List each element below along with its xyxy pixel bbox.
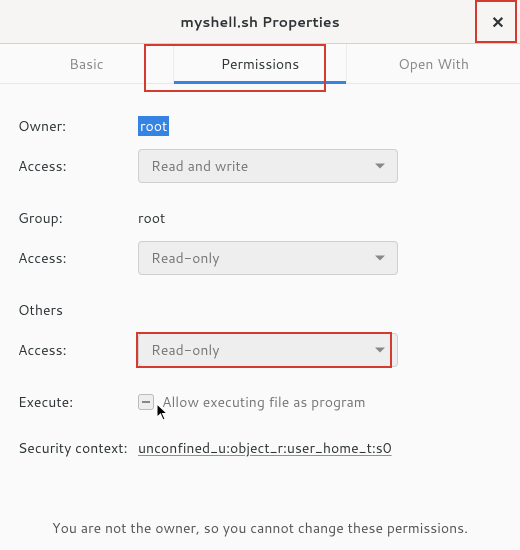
footer-message: You are not the owner, so you cannot cha… [0, 518, 520, 538]
execute-checkbox-wrap[interactable]: Allow executing file as program [138, 392, 366, 412]
group-access-value: Read-only [151, 248, 219, 268]
group-value: root [138, 208, 165, 228]
row-owner: Owner: root [18, 106, 502, 146]
row-others-access: Access: Read-only [18, 330, 502, 370]
tab-permissions[interactable]: Permissions [174, 44, 348, 83]
tab-open-with[interactable]: Open With [347, 44, 520, 83]
label-owner: Owner: [18, 116, 138, 136]
execute-checkbox[interactable] [138, 394, 154, 410]
owner-access-value: Read and write [151, 156, 248, 176]
row-owner-access: Access: Read and write [18, 146, 502, 186]
group-access-dropdown[interactable]: Read-only [138, 241, 398, 275]
others-access-value: Read-only [151, 340, 219, 360]
properties-window: myshell.sh Properties ✕ Basic Permission… [0, 0, 520, 550]
window-title: myshell.sh Properties [180, 12, 339, 32]
row-execute: Execute: Allow executing file as program [18, 382, 502, 422]
label-group-access: Access: [18, 248, 138, 268]
titlebar: myshell.sh Properties ✕ [0, 0, 520, 44]
row-security-context: Security context: unconfined_u:object_r:… [18, 428, 502, 468]
minus-icon [142, 401, 150, 403]
owner-access-dropdown[interactable]: Read and write [138, 149, 398, 183]
close-button[interactable]: ✕ [484, 8, 512, 36]
row-group: Group: root [18, 198, 502, 238]
row-others: Others [18, 290, 502, 330]
permissions-panel: Owner: root Access: Read and write Group… [0, 84, 520, 468]
label-security-context: Security context: [18, 438, 138, 458]
close-icon: ✕ [491, 11, 504, 34]
label-others: Others [18, 300, 138, 320]
row-group-access: Access: Read-only [18, 238, 502, 278]
execute-checkbox-label: Allow executing file as program [162, 392, 366, 412]
security-context-value: unconfined_u:object_r:user_home_t:s0 [138, 438, 392, 458]
tabbar: Basic Permissions Open With [0, 44, 520, 84]
label-others-access: Access: [18, 340, 138, 360]
label-group: Group: [18, 208, 138, 228]
label-owner-access: Access: [18, 156, 138, 176]
label-execute: Execute: [18, 392, 138, 412]
tab-basic[interactable]: Basic [0, 44, 174, 83]
owner-value: root [138, 116, 169, 136]
others-access-dropdown[interactable]: Read-only [138, 333, 398, 367]
